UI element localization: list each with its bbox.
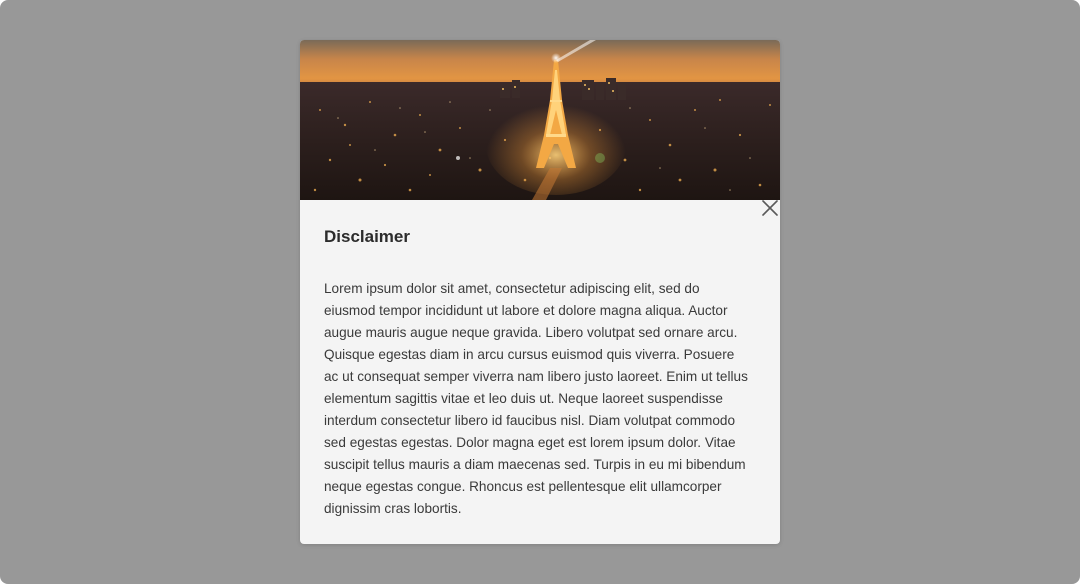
close-icon[interactable] [758,196,780,220]
dialog-body-text: Lorem ipsum dolor sit amet, consectetur … [324,281,748,516]
hero-image [300,40,780,200]
dialog-title: Disclaimer [324,227,410,246]
modal-overlay[interactable]: Disclaimer Lorem ipsum dolor sit amet, c… [0,0,1080,584]
disclaimer-dialog: Disclaimer Lorem ipsum dolor sit amet, c… [300,40,780,544]
